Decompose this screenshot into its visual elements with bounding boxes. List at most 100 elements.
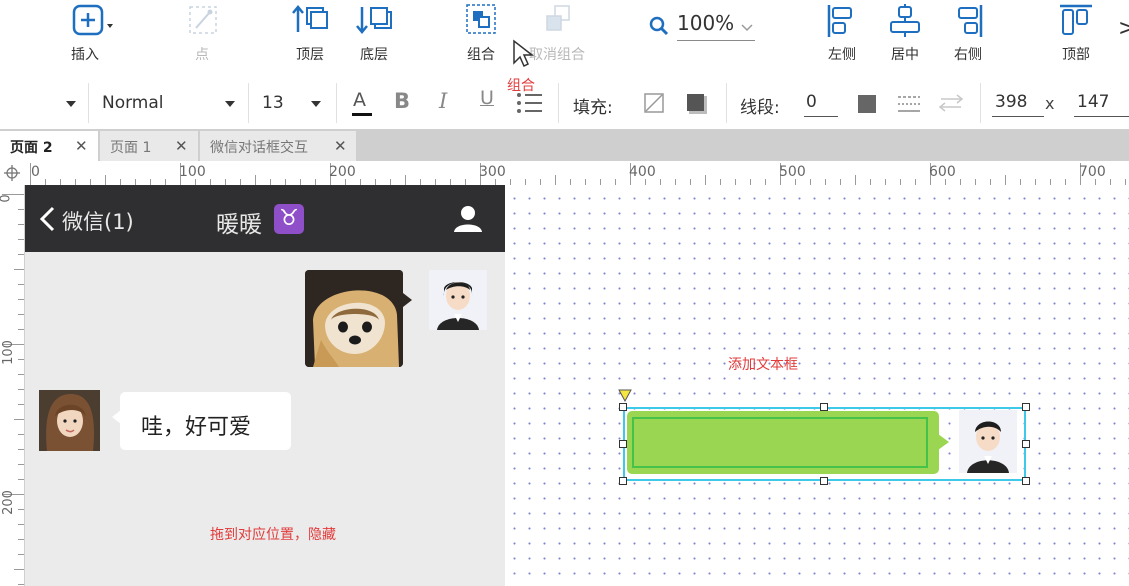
ruler-tick — [18, 209, 24, 210]
insert-icon — [72, 4, 113, 36]
anchor-triangle-icon[interactable] — [618, 389, 632, 402]
resize-handle[interactable] — [1022, 440, 1030, 448]
align-left-label: 左侧 — [828, 47, 856, 63]
arrow-style-icon[interactable] — [938, 93, 964, 113]
ruler-tick — [855, 175, 856, 185]
style-select[interactable]: Normal — [96, 85, 242, 121]
resize-handle[interactable] — [1022, 403, 1030, 411]
zoom-control[interactable]: 100% — [648, 10, 758, 44]
resize-handle[interactable] — [820, 403, 828, 411]
ruler-tick — [18, 314, 24, 315]
toolbar-more-button[interactable]: > — [1118, 16, 1129, 41]
ruler-tick — [1005, 175, 1006, 185]
sent-dog-photo[interactable] — [305, 270, 403, 367]
ruler-tick — [18, 554, 24, 555]
drag-hide-annotation: 拖到对应位置，隐藏 — [210, 527, 336, 543]
fill-none-icon[interactable] — [644, 93, 664, 113]
resize-handle[interactable] — [619, 477, 627, 485]
font-size-value: 13 — [262, 93, 284, 113]
ruler-x-label-0: 0 — [31, 164, 40, 180]
group-self-avatar-illustration — [967, 421, 1009, 473]
group-hint-annotation: 组合 — [507, 78, 535, 94]
zoom-chevron-down-icon — [741, 24, 753, 32]
tab-page-2-close-icon[interactable]: ✕ — [75, 137, 88, 155]
ruler-tick — [18, 299, 24, 300]
tab-wechat-dialog-close-icon[interactable]: ✕ — [334, 137, 347, 155]
group-button[interactable]: 组合 — [446, 0, 516, 72]
tab-page-2[interactable]: 页面 2 ✕ — [0, 131, 98, 161]
font-color-glyph: A — [353, 89, 366, 111]
page-tab-bar: 页面 2 ✕ 页面 1 ✕ 微信对话框交互 ✕ — [0, 129, 1129, 161]
vertical-ruler: 0 100 200 — [0, 185, 25, 586]
ruler-tick — [18, 479, 24, 480]
underline-button[interactable]: U — [480, 87, 494, 109]
bold-button[interactable]: B — [394, 89, 410, 113]
ruler-tick — [14, 569, 24, 570]
horizontal-ruler: 0 100 200 300 400 500 600 700 — [0, 161, 1129, 186]
style-select-value: Normal — [102, 93, 164, 113]
ruler-tick — [18, 464, 24, 465]
position-y-input[interactable]: 147 — [1074, 87, 1129, 119]
ruler-y-label-200: 200 — [0, 490, 16, 515]
back-chevron-icon[interactable] — [39, 206, 55, 232]
self-avatar[interactable] — [429, 270, 487, 330]
insert-button[interactable]: 插入 — [50, 0, 120, 72]
sent-bubble-tail — [403, 293, 412, 307]
align-center-button[interactable]: 居中 — [870, 0, 940, 72]
ruler-tick — [18, 434, 24, 435]
bullet-list-icon[interactable] — [516, 92, 544, 114]
stroke-color-swatch[interactable] — [858, 95, 876, 113]
font-color-button[interactable]: A — [352, 89, 374, 119]
align-top-icon — [1060, 4, 1092, 35]
ruler-tick — [705, 175, 706, 185]
resize-handle[interactable] — [619, 403, 627, 411]
ruler-tick — [18, 524, 24, 525]
resize-handle[interactable] — [1022, 477, 1030, 485]
new-text-box[interactable] — [632, 417, 928, 468]
fill-shadow-icon[interactable] — [686, 93, 708, 115]
mouse-cursor-icon — [513, 39, 535, 68]
bring-to-front-icon — [292, 5, 328, 32]
group-icon — [466, 4, 496, 34]
ruler-tick — [18, 449, 24, 450]
ruler-x-label-200: 200 — [329, 164, 356, 180]
tab-page-1-label: 页面 1 — [110, 140, 152, 156]
align-right-button[interactable]: 右侧 — [933, 0, 1003, 72]
ruler-tick — [18, 359, 24, 360]
tab-page-1-close-icon[interactable]: ✕ — [175, 137, 188, 155]
point-icon — [189, 6, 217, 34]
align-center-icon — [890, 4, 920, 37]
send-to-back-button[interactable]: 底层 — [339, 0, 409, 72]
tab-page-1[interactable]: 页面 1 ✕ — [100, 131, 198, 161]
friend-avatar[interactable] — [39, 390, 100, 451]
tab-wechat-dialog[interactable]: 微信对话框交互 ✕ — [200, 131, 356, 161]
ruler-tick — [18, 284, 24, 285]
ruler-tick — [255, 175, 256, 185]
ruler-origin-crosshair-icon[interactable] — [4, 165, 20, 181]
ruler-x-label-500: 500 — [779, 164, 806, 180]
stroke-width-input[interactable]: 0 — [804, 87, 840, 119]
point-label: 点 — [195, 47, 209, 63]
resize-handle[interactable] — [820, 477, 828, 485]
back-label[interactable]: 微信(1) — [62, 206, 134, 236]
align-top-button[interactable]: 顶部 — [1041, 0, 1111, 72]
shape-dropdown-caret-icon[interactable] — [66, 101, 76, 107]
position-x-input[interactable]: 398 — [992, 87, 1046, 119]
italic-button[interactable]: I — [439, 89, 447, 113]
font-size-select[interactable]: 13 — [256, 85, 328, 121]
ruler-tick — [18, 389, 24, 390]
received-message-bubble[interactable]: 哇，好可爱 — [120, 392, 291, 450]
tab-wechat-dialog-label: 微信对话框交互 — [210, 140, 308, 156]
send-to-back-icon — [356, 7, 392, 34]
ruler-y-label-0: 0 — [0, 194, 14, 203]
friend-avatar-illustration — [39, 390, 100, 451]
user-profile-icon[interactable] — [453, 205, 483, 233]
point-button[interactable]: 点 — [167, 0, 237, 72]
line-style-dashed-icon[interactable] — [897, 94, 921, 114]
resize-handle[interactable] — [619, 440, 627, 448]
position-separator: x — [1045, 94, 1055, 113]
bring-to-front-label: 顶层 — [296, 47, 324, 63]
bring-to-front-button[interactable]: 顶层 — [275, 0, 345, 72]
group-self-avatar[interactable] — [959, 410, 1017, 473]
align-left-button[interactable]: 左侧 — [807, 0, 877, 72]
